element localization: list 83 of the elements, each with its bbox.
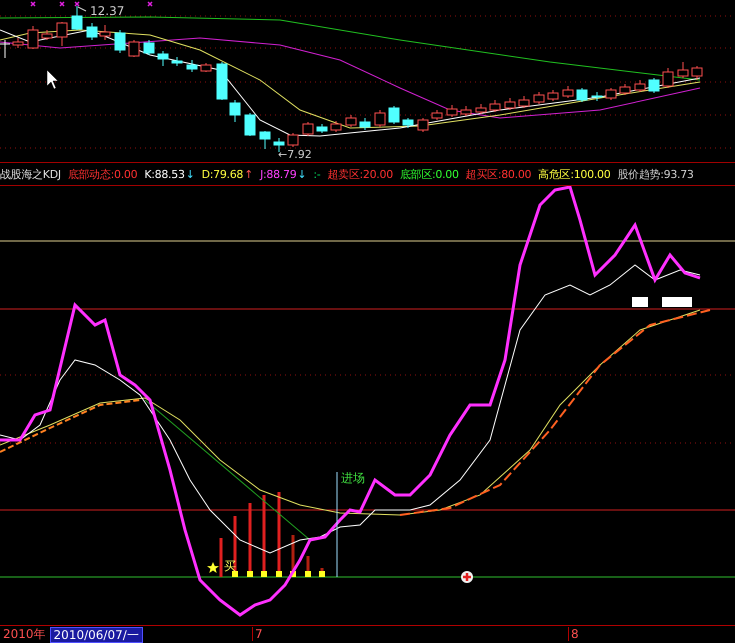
signal-marker [305, 571, 311, 577]
candlestick [200, 62, 212, 72]
candlestick [460, 106, 472, 116]
candlestick [86, 22, 98, 40]
month-tick-label: 8 [568, 627, 579, 641]
month-tick-label: 7 [252, 627, 263, 641]
cursor-date-label: 2010/06/07/一 [50, 626, 143, 642]
plus-circle-icon [461, 571, 473, 583]
signal-block [662, 297, 692, 307]
candlestick [158, 50, 168, 66]
high-price-label: 12.37 [90, 4, 124, 18]
candlestick [534, 92, 544, 104]
candlestick [490, 100, 500, 112]
candlestick [114, 30, 126, 54]
indicator-legend-item: :- [313, 168, 320, 180]
candlestick [634, 80, 646, 92]
indicator-legend-item: J:88.79↓ [260, 168, 306, 180]
candlestick [606, 88, 616, 100]
candlestick [678, 62, 688, 78]
candlestick [28, 26, 38, 50]
signal-marker [276, 571, 282, 577]
signal-marker [261, 571, 267, 577]
leader-line [78, 6, 86, 12]
candlestick [562, 86, 574, 98]
indicator-legend-item: 战股海之KDJ [0, 166, 61, 182]
signal-block [632, 297, 648, 307]
candlestick [576, 88, 588, 102]
candlestick [662, 68, 674, 88]
entry-signal-label: 进场 [341, 471, 365, 485]
indicator-legend-item: D:79.68↑ [202, 168, 254, 180]
indicator-legend-item: 高危区:100.00 [538, 166, 610, 182]
candlestick [548, 90, 558, 102]
low-price-label: ←7.92 [278, 148, 312, 161]
candlestick [42, 30, 52, 40]
cross-marker-icon [59, 1, 65, 7]
candlestick [648, 78, 660, 94]
candlestick [144, 40, 154, 56]
candlestick [418, 118, 428, 132]
star-icon [207, 562, 219, 573]
candlestick [186, 60, 198, 72]
candlestick [172, 56, 182, 66]
candlestick [216, 62, 228, 100]
candlestick [12, 38, 24, 48]
indicator-legend-item: K:88.53↓ [144, 168, 195, 180]
cross-marker-icon [147, 1, 153, 7]
candlestick [128, 40, 140, 58]
histogram-bar [220, 538, 222, 577]
candlestick [432, 110, 442, 120]
candlestick [230, 100, 240, 122]
indicator-legend-item: 超卖区:20.00 [327, 166, 393, 182]
mouse-cursor-icon [46, 70, 58, 90]
cross-marker-icon [30, 1, 36, 7]
candlestick [476, 104, 486, 114]
candlestick [402, 118, 414, 128]
indicator-legend-item: 超买区:80.00 [466, 166, 532, 182]
crosshair-icon [0, 40, 10, 58]
candlestick [446, 104, 458, 118]
candlestick [346, 114, 356, 128]
candlestick [72, 6, 82, 30]
candlestick [56, 22, 68, 46]
candlestick [620, 84, 630, 96]
cross-marker-icon [74, 1, 80, 7]
candlestick [244, 112, 256, 136]
candlestick [316, 124, 328, 134]
candlestick [100, 24, 110, 40]
signal-marker [247, 571, 253, 577]
year-label: 2010年 [2, 626, 47, 643]
candlestick [504, 98, 516, 110]
candlestick [302, 122, 314, 136]
candlestick [374, 110, 386, 128]
candlestick [592, 92, 602, 102]
candlestick [692, 66, 702, 80]
candlestick [260, 130, 270, 150]
indicator-legend-item: 底部动态:0.00 [68, 166, 138, 182]
signal-marker [319, 571, 325, 577]
indicator-legend-item: 股价趋势:93.73 [617, 166, 694, 182]
candlestick [330, 120, 342, 132]
indicator-legend-item: 底部区:0.00 [400, 166, 459, 182]
candlestick [288, 132, 298, 148]
signal-marker [232, 571, 238, 577]
candlestick [518, 96, 530, 108]
candlestick [360, 118, 370, 130]
candlestick [388, 106, 400, 124]
